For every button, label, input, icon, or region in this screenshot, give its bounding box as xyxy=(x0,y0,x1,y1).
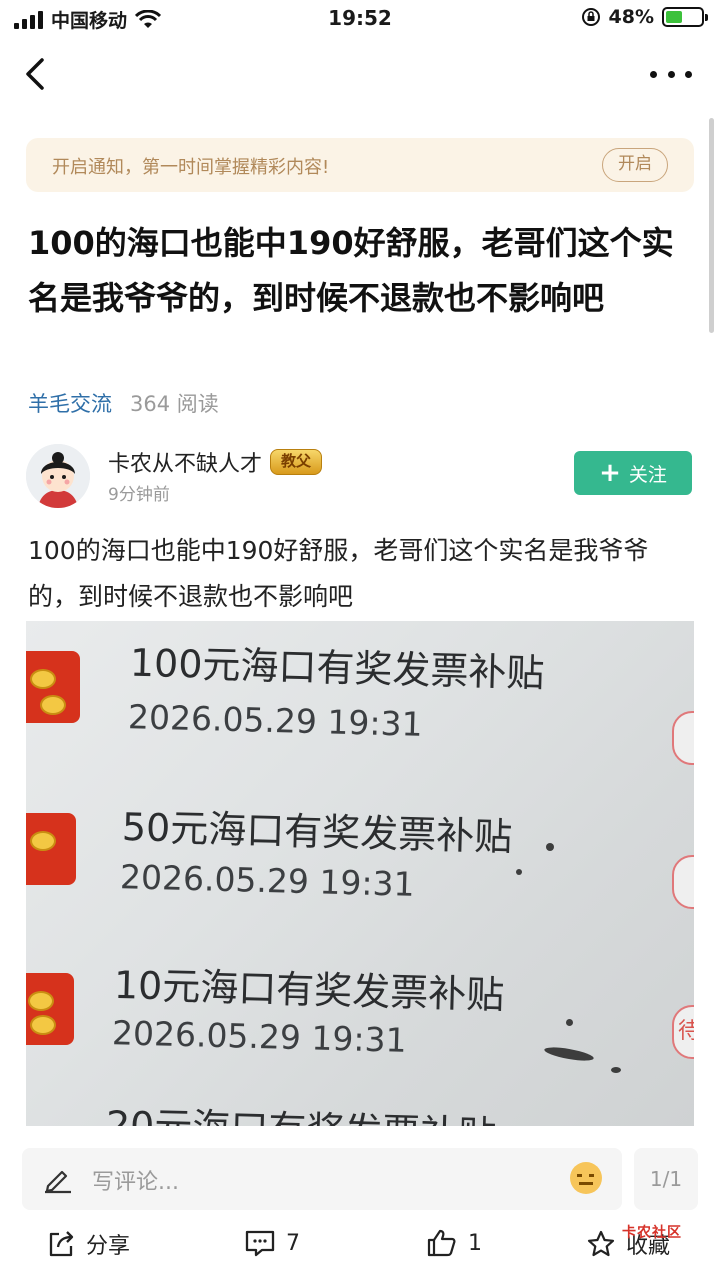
nav-bar xyxy=(0,44,720,104)
notification-banner: 开启通知，第一时间掌握精彩内容! 开启 xyxy=(26,138,694,192)
red-envelope-icon xyxy=(26,973,74,1045)
thumbs-up-icon xyxy=(427,1229,456,1257)
image-item-title: 50元海口有奖发票补贴 xyxy=(121,804,513,860)
comment-icon xyxy=(245,1230,275,1257)
scrollbar[interactable] xyxy=(709,118,714,333)
follow-button[interactable]: + 关注 xyxy=(574,451,692,495)
follow-label: 关注 xyxy=(628,463,667,486)
avatar-image xyxy=(26,444,90,508)
battery-charging-icon xyxy=(662,7,708,27)
read-count: 364 阅读 xyxy=(130,392,219,416)
comment-placeholder: 写评论... xyxy=(92,1170,179,1195)
watermark-logo: 卡农社区 xyxy=(622,1225,682,1241)
post-image[interactable]: 100元海口有奖发票补贴 2026.05.29 19:31 50元海口有奖发票补… xyxy=(26,621,694,1126)
action-bar: 分享 7 1 收藏 卡农社区 xyxy=(0,1222,720,1272)
back-button[interactable] xyxy=(18,54,58,94)
comment-count: 7 xyxy=(286,1230,300,1256)
rotation-lock-icon xyxy=(581,8,600,26)
author-badge: 教父 xyxy=(270,449,323,475)
image-item-date: 2026.05.29 19:31 xyxy=(111,1013,408,1060)
page-indicator: 1/1 xyxy=(634,1148,698,1210)
share-icon xyxy=(49,1231,74,1257)
image-stain xyxy=(611,1067,621,1073)
emoji-icon[interactable] xyxy=(570,1162,602,1194)
image-stain xyxy=(546,843,554,851)
avatar[interactable] xyxy=(26,444,90,508)
image-item-date: 2026.05.29 19:31 xyxy=(127,697,424,744)
star-icon xyxy=(587,1230,615,1257)
image-edge-label: 待 xyxy=(678,1019,694,1044)
red-envelope-icon xyxy=(26,651,80,723)
author-name[interactable]: 卡农从不缺人才 xyxy=(108,446,262,478)
notification-text: 开启通知，第一时间掌握精彩内容! xyxy=(52,157,330,178)
image-stain xyxy=(516,869,522,875)
red-envelope-icon xyxy=(26,813,76,885)
status-right: 48% xyxy=(581,6,708,28)
image-stain xyxy=(543,1044,595,1064)
share-button[interactable]: 分享 xyxy=(46,1228,130,1260)
share-label: 分享 xyxy=(86,1234,131,1259)
post-time: 9分钟前 xyxy=(108,485,170,505)
post-meta: 羊毛交流 364 阅读 xyxy=(28,388,219,418)
image-edge-button: 待 xyxy=(672,1005,694,1059)
post-title: 100的海口也能中190好舒服，老哥们这个实名是我爷爷的，到时候不退款也不影响吧 xyxy=(28,224,674,317)
chevron-left-icon xyxy=(26,58,44,90)
author-row: 卡农从不缺人才 教父 xyxy=(108,446,323,478)
image-edge-button xyxy=(672,855,694,909)
battery-percent: 48% xyxy=(608,6,654,28)
image-item-title: 100元海口有奖发票补贴 xyxy=(129,640,545,696)
more-dots-icon xyxy=(650,70,657,78)
plus-icon: + xyxy=(599,458,621,488)
image-item-title: 10元海口有奖发票补贴 xyxy=(113,962,505,1018)
post-body: 100的海口也能中190好舒服，老哥们这个实名是我爷爷的，到时候不退款也不影响吧 xyxy=(28,536,649,611)
image-item-title: 20元海口有奖发票补贴 xyxy=(105,1094,497,1126)
image-edge-button xyxy=(672,711,694,765)
status-bar: 中国移动 19:52 48% xyxy=(0,0,720,36)
comment-input[interactable]: 写评论... xyxy=(22,1148,622,1210)
pen-icon xyxy=(45,1170,71,1194)
image-stain xyxy=(566,1019,573,1026)
more-button[interactable] xyxy=(646,54,696,94)
like-button[interactable]: 1 xyxy=(426,1228,482,1258)
image-item-date: 2026.05.29 19:31 xyxy=(119,857,416,904)
like-count: 1 xyxy=(468,1230,482,1256)
comment-button[interactable]: 7 xyxy=(244,1228,300,1258)
enable-notification-button[interactable]: 开启 xyxy=(602,148,668,182)
category-link[interactable]: 羊毛交流 xyxy=(28,388,112,418)
